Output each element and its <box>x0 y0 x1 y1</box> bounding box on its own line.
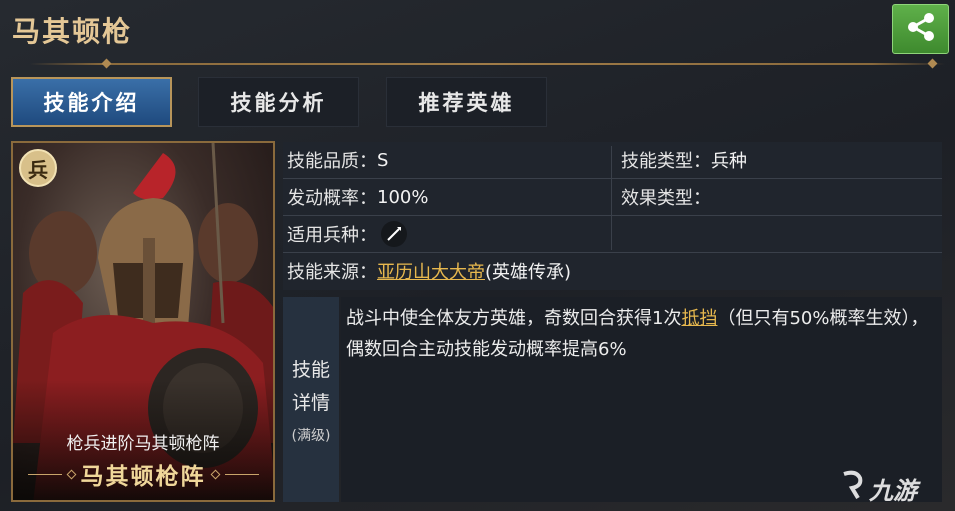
effect-label: 效果类型： <box>621 188 711 209</box>
share-icon <box>904 10 938 48</box>
jiuyou-logo-icon <box>838 470 866 506</box>
tab-recommended-heroes[interactable]: 推荐英雄 <box>386 77 547 127</box>
type-value: 兵种 <box>711 151 747 172</box>
watermark: 九游 <box>838 470 917 506</box>
share-button[interactable] <box>892 4 949 54</box>
rate-value: 100% <box>377 186 429 208</box>
detail-label-line3: (满级) <box>291 427 331 444</box>
right-ornament <box>224 473 259 475</box>
skill-card: 兵 枪兵进阶马其顿枪阵 马其顿枪阵 <box>11 141 275 502</box>
troop-label: 适用兵种： <box>287 225 377 246</box>
type-label: 技能类型： <box>621 151 711 172</box>
card-skill-name-row: 马其顿枪阵 <box>13 459 273 490</box>
detail-label-line1: 技能 <box>291 358 330 381</box>
troop-type-badge: 兵 <box>19 149 57 187</box>
info-row-troop: 适用兵种： <box>283 216 942 253</box>
quality-value: S <box>377 149 389 171</box>
rate-label: 发动概率： <box>287 188 377 209</box>
card-skill-name: 马其顿枪阵 <box>80 463 206 490</box>
info-row-rate: 发动概率： 100% 效果类型： <box>283 179 942 216</box>
watermark-text: 九游 <box>869 476 917 505</box>
left-diamond <box>66 469 76 479</box>
right-diamond <box>210 469 220 479</box>
left-ornament <box>27 473 62 475</box>
tab-skill-analysis[interactable]: 技能分析 <box>198 77 359 127</box>
source-suffix: (英雄传承) <box>485 262 572 283</box>
tab-skill-intro[interactable]: 技能介绍 <box>11 77 172 127</box>
quality-label: 技能品质： <box>287 151 377 172</box>
skill-info-grid: 技能品质： S 技能类型： 兵种 发动概率： 100% 效果类型： 适用兵种： <box>283 142 942 290</box>
header-divider <box>30 63 945 65</box>
page-title: 马其顿枪 <box>12 15 133 48</box>
source-hero-link[interactable]: 亚历山大大帝 <box>377 258 485 284</box>
detail-label-line2: 详情 <box>291 391 330 414</box>
detail-text-part1: 战斗中使全体友方英雄，奇数回合获得1次 <box>346 308 682 329</box>
info-row-quality: 技能品质： S 技能类型： 兵种 <box>283 142 942 179</box>
spear-icon <box>381 221 407 247</box>
detail-label-panel: 技能 详情 (满级) <box>283 297 339 502</box>
info-row-source: 技能来源： 亚历山大大帝 (英雄传承) <box>283 253 942 290</box>
block-status-link[interactable]: 抵挡 <box>681 308 717 329</box>
source-label: 技能来源： <box>287 262 377 283</box>
card-subtitle: 枪兵进阶马其顿枪阵 <box>66 434 220 454</box>
